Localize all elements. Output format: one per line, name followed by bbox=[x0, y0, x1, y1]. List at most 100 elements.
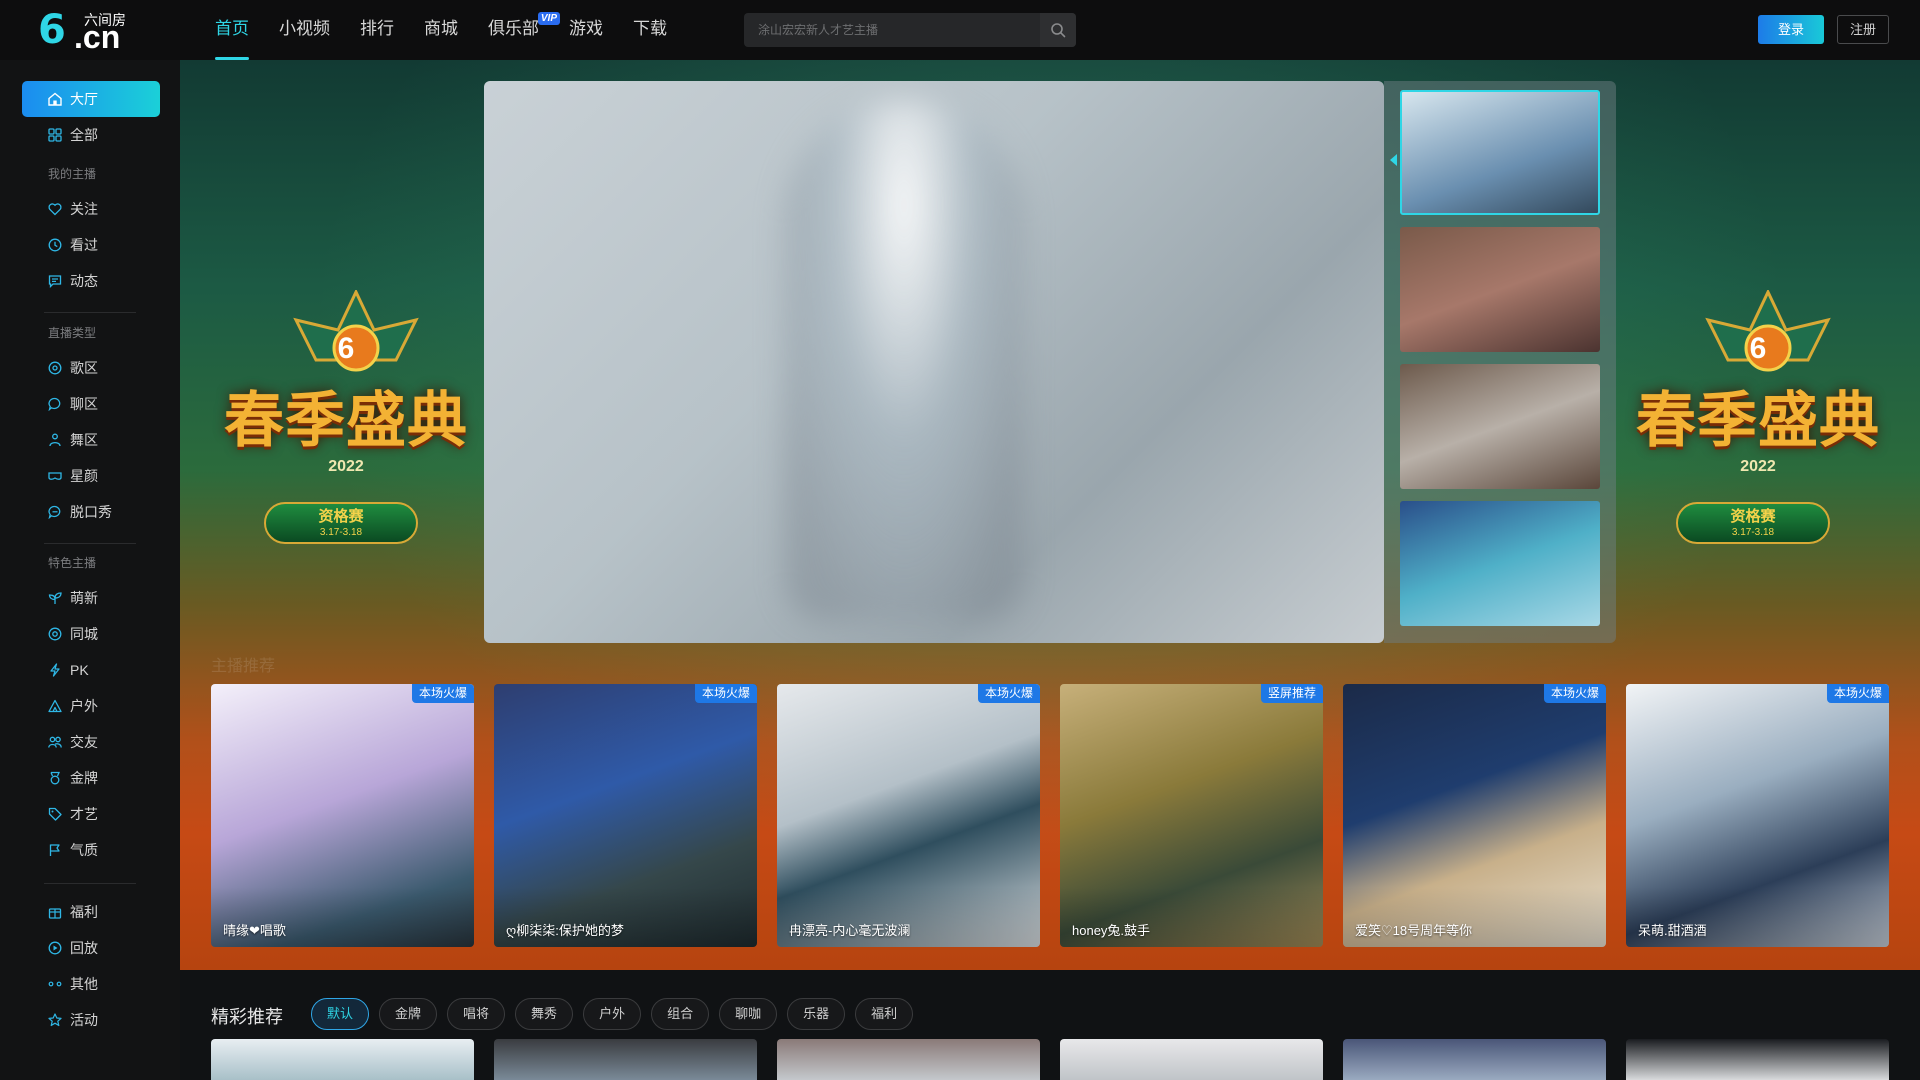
logo-mark: 6 bbox=[38, 7, 66, 53]
stream-preview-image bbox=[784, 101, 1024, 621]
sidebar-item-talent[interactable]: 才艺 bbox=[22, 796, 160, 832]
sidebar-item-nearby[interactable]: 同城 bbox=[22, 616, 160, 652]
sidebar-item-follow[interactable]: 关注 bbox=[22, 191, 160, 227]
stream-thumbnail-list bbox=[1384, 81, 1616, 643]
site-logo[interactable]: 6 .cn 六间房 bbox=[38, 7, 138, 54]
event-badge-left[interactable]: 6 春季盛典 2022 资格赛 3.17-3.18 bbox=[206, 290, 486, 580]
selected-indicator-arrow bbox=[1390, 154, 1397, 166]
anchor-card[interactable]: 本场火爆 呆萌.甜酒酒 bbox=[1626, 684, 1889, 947]
search-button[interactable] bbox=[1040, 13, 1076, 47]
grid-icon bbox=[48, 128, 62, 142]
location-icon bbox=[48, 627, 62, 641]
gift-icon bbox=[48, 908, 62, 919]
sidebar-item-friends[interactable]: 交友 bbox=[22, 724, 160, 760]
sidebar-item-welfare[interactable]: 福利 bbox=[22, 894, 160, 930]
sidebar-item-feed[interactable]: 动态 bbox=[22, 263, 160, 299]
sidebar-item-hall[interactable]: 大厅 bbox=[22, 81, 160, 117]
sidebar-item-label: 星颜 bbox=[70, 468, 98, 484]
event-dates: 3.17-3.18 bbox=[1731, 527, 1775, 538]
filter-gold[interactable]: 金牌 bbox=[379, 998, 438, 1030]
live-video-player[interactable] bbox=[484, 81, 1384, 643]
sidebar: 大厅 全部 我的主播 关注 看过 动态 直播类型 歌区 聊区 舞区 星颜 脱口秀… bbox=[0, 60, 180, 1080]
sidebar-item-label: 关注 bbox=[70, 201, 98, 217]
login-button[interactable]: 登录 bbox=[1758, 15, 1824, 44]
event-title: 春季盛典 bbox=[1636, 386, 1880, 456]
card-badge: 本场火爆 bbox=[694, 684, 757, 703]
recommend-card[interactable] bbox=[1626, 1039, 1889, 1080]
nav-label: 商城 bbox=[424, 19, 458, 38]
sidebar-item-replay[interactable]: 回放 bbox=[22, 930, 160, 966]
sidebar-item-label: 歌区 bbox=[70, 360, 98, 376]
anchor-card[interactable]: 本场火爆 ღ柳柒柒:保护她的梦 bbox=[494, 684, 757, 947]
sprout-icon bbox=[48, 592, 62, 604]
heart-icon bbox=[48, 203, 62, 216]
filter-default[interactable]: 默认 bbox=[311, 998, 370, 1030]
sidebar-item-label: 大厅 bbox=[70, 91, 98, 107]
filter-group[interactable]: 组合 bbox=[651, 998, 710, 1030]
nav-short-video[interactable]: 小视频 bbox=[264, 0, 345, 60]
sidebar-divider bbox=[44, 312, 136, 313]
sidebar-item-label: 聊区 bbox=[70, 396, 98, 412]
section-title: 精彩推荐 bbox=[211, 1007, 283, 1027]
nav-label: 首页 bbox=[215, 19, 249, 38]
sidebar-item-outdoor[interactable]: 户外 bbox=[22, 688, 160, 724]
filter-instruments[interactable]: 乐器 bbox=[787, 998, 846, 1030]
sidebar-item-singing[interactable]: 歌区 bbox=[22, 350, 160, 386]
event-title: 春季盛典 bbox=[224, 386, 468, 456]
section-label: 主播推荐 bbox=[211, 658, 276, 675]
dance-icon bbox=[49, 433, 61, 447]
event-badge-right[interactable]: 6 春季盛典 2022 资格赛 3.17-3.18 bbox=[1618, 290, 1898, 580]
anchor-card[interactable]: 本场火爆 爱笑♡18号周年等你 bbox=[1343, 684, 1606, 947]
event-year: 2022 bbox=[1740, 458, 1776, 475]
stream-thumbnail[interactable] bbox=[1400, 90, 1600, 215]
recommend-card[interactable] bbox=[211, 1039, 474, 1080]
nav-games[interactable]: 游戏 bbox=[554, 0, 618, 60]
filter-outdoor[interactable]: 户外 bbox=[583, 998, 642, 1030]
filter-chat[interactable]: 聊咖 bbox=[719, 998, 778, 1030]
sidebar-heading-my: 我的主播 bbox=[48, 167, 97, 181]
sidebar-item-temperament[interactable]: 气质 bbox=[22, 832, 160, 868]
search-icon bbox=[1051, 23, 1066, 38]
sidebar-item-label: 其他 bbox=[70, 976, 98, 992]
recommend-card[interactable] bbox=[1060, 1039, 1323, 1080]
chat-icon bbox=[48, 397, 61, 411]
anchor-card[interactable]: 竖屏推荐 honey兔.鼓手 bbox=[1060, 684, 1323, 947]
sidebar-item-label: PK bbox=[70, 662, 89, 678]
anchor-card[interactable]: 本场火爆 冉漂亮-内心毫无波澜 bbox=[777, 684, 1040, 947]
nav-ranking[interactable]: 排行 bbox=[345, 0, 409, 60]
nav-home[interactable]: 首页 bbox=[200, 0, 264, 60]
stream-thumbnail[interactable] bbox=[1400, 364, 1600, 489]
sidebar-item-pk[interactable]: PK bbox=[22, 652, 160, 688]
recommend-card[interactable] bbox=[494, 1039, 757, 1080]
search-bar bbox=[744, 13, 1076, 47]
anchor-name: 晴缘❤唱歌 bbox=[223, 923, 286, 938]
sidebar-item-watched[interactable]: 看过 bbox=[22, 227, 160, 263]
sidebar-item-talkshow[interactable]: 脱口秀 bbox=[22, 494, 160, 530]
recommend-card[interactable] bbox=[777, 1039, 1040, 1080]
sidebar-item-beauty[interactable]: 星颜 bbox=[22, 458, 160, 494]
stream-thumbnail[interactable] bbox=[1400, 501, 1600, 626]
sidebar-item-events[interactable]: 活动 bbox=[22, 1002, 160, 1038]
event-emblem: 6 bbox=[337, 332, 355, 365]
home-icon bbox=[48, 92, 62, 106]
register-button[interactable]: 注册 bbox=[1837, 15, 1889, 44]
sidebar-item-all[interactable]: 全部 bbox=[22, 117, 160, 153]
filter-singers[interactable]: 唱将 bbox=[447, 998, 506, 1030]
sidebar-item-gold[interactable]: 金牌 bbox=[22, 760, 160, 796]
event-dates: 3.17-3.18 bbox=[319, 527, 363, 538]
recommend-card[interactable] bbox=[1343, 1039, 1606, 1080]
clock-icon bbox=[48, 238, 62, 252]
sidebar-item-dance[interactable]: 舞区 bbox=[22, 422, 160, 458]
sidebar-item-other[interactable]: 其他 bbox=[22, 966, 160, 1002]
filter-welfare[interactable]: 福利 bbox=[855, 998, 914, 1030]
nav-mall[interactable]: 商城 bbox=[409, 0, 473, 60]
filter-dance[interactable]: 舞秀 bbox=[515, 998, 574, 1030]
anchor-card[interactable]: 本场火爆 晴缘❤唱歌 bbox=[211, 684, 474, 947]
sidebar-item-newbie[interactable]: 萌新 bbox=[22, 580, 160, 616]
search-input[interactable] bbox=[744, 13, 1040, 47]
nav-club[interactable]: 俱乐部 VIP bbox=[473, 0, 560, 60]
sidebar-item-chat[interactable]: 聊区 bbox=[22, 386, 160, 422]
sidebar-item-label: 交友 bbox=[70, 734, 98, 750]
nav-download[interactable]: 下载 bbox=[618, 0, 682, 60]
stream-thumbnail[interactable] bbox=[1400, 227, 1600, 352]
